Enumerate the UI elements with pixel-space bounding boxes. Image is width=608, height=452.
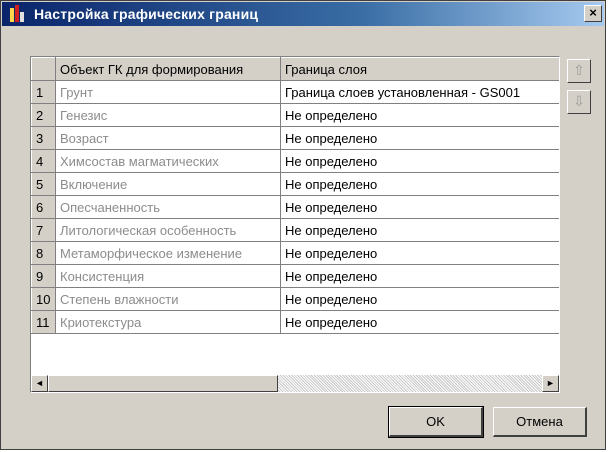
table-row[interactable]: 9 Консистенция Не определено: [31, 264, 559, 288]
boundary-cell[interactable]: Не определено: [280, 241, 559, 265]
table-row[interactable]: 5 Включение Не определено: [31, 172, 559, 196]
move-up-button[interactable]: ⇧: [567, 59, 591, 83]
table-row[interactable]: 7 Литологическая особенность Не определено: [31, 218, 559, 242]
object-cell[interactable]: Метаморфическое изменение: [55, 241, 281, 265]
boundary-cell[interactable]: Не определено: [280, 126, 559, 150]
horizontal-scrollbar[interactable]: ◄ ►: [31, 375, 559, 392]
header-corner: [31, 57, 56, 81]
scroll-thumb[interactable]: [48, 375, 278, 392]
title-bar[interactable]: Настройка графических границ ×: [2, 2, 604, 26]
row-number: 2: [31, 103, 56, 127]
scroll-left-arrow-icon[interactable]: ◄: [31, 375, 48, 392]
object-cell[interactable]: Криотекстура: [55, 310, 281, 334]
boundary-cell[interactable]: Не определено: [280, 310, 559, 334]
dialog-window: Настройка графических границ × Объект ГК…: [0, 0, 606, 450]
row-number: 8: [31, 241, 56, 265]
grid-table: Объект ГК для формирования Граница слоя …: [31, 57, 559, 334]
close-button[interactable]: ×: [584, 5, 602, 22]
row-number: 6: [31, 195, 56, 219]
boundary-cell[interactable]: Граница слоев установленная - GS001: [280, 80, 559, 104]
object-cell[interactable]: Химсостав магматических: [55, 149, 281, 173]
boundary-cell[interactable]: Не определено: [280, 264, 559, 288]
row-number: 1: [31, 80, 56, 104]
row-number: 5: [31, 172, 56, 196]
object-cell[interactable]: Возраст: [55, 126, 281, 150]
arrow-down-icon: ⇩: [573, 93, 585, 109]
table-row[interactable]: 11 Криотекстура Не определено: [31, 310, 559, 334]
boundary-cell[interactable]: Не определено: [280, 149, 559, 173]
table-row[interactable]: 2 Генезис Не определено: [31, 103, 559, 127]
row-number: 11: [31, 310, 56, 334]
boundary-cell[interactable]: Не определено: [280, 287, 559, 311]
arrow-up-icon: ⇧: [573, 62, 585, 78]
row-number: 4: [31, 149, 56, 173]
scroll-track[interactable]: [278, 375, 542, 392]
header-boundary[interactable]: Граница слоя: [280, 57, 559, 81]
row-number: 7: [31, 218, 56, 242]
row-number: 9: [31, 264, 56, 288]
object-cell[interactable]: Консистенция: [55, 264, 281, 288]
table-row[interactable]: 4 Химсостав магматических Не определено: [31, 149, 559, 173]
window-title: Настройка графических границ: [34, 6, 259, 22]
scroll-right-arrow-icon[interactable]: ►: [542, 375, 559, 392]
boundary-cell[interactable]: Не определено: [280, 172, 559, 196]
boundary-cell[interactable]: Не определено: [280, 218, 559, 242]
grid-header-row: Объект ГК для формирования Граница слоя: [31, 57, 559, 81]
object-cell[interactable]: Степень влажности: [55, 287, 281, 311]
move-down-button[interactable]: ⇩: [567, 90, 591, 114]
row-number: 10: [31, 287, 56, 311]
header-object[interactable]: Объект ГК для формирования: [55, 57, 281, 81]
cancel-button[interactable]: Отмена: [493, 407, 587, 437]
table-row[interactable]: 1 Грунт Граница слоев установленная - GS00…: [31, 80, 559, 104]
object-cell[interactable]: Включение: [55, 172, 281, 196]
object-cell[interactable]: Литологическая особенность: [55, 218, 281, 242]
app-icon: [8, 4, 30, 24]
object-cell[interactable]: Грунт: [55, 80, 281, 104]
object-cell[interactable]: Опесчаненность: [55, 195, 281, 219]
table-row[interactable]: 8 Метаморфическое изменение Не определено: [31, 241, 559, 265]
table-row[interactable]: 3 Возраст Не определено: [31, 126, 559, 150]
boundary-cell[interactable]: Не определено: [280, 195, 559, 219]
boundary-cell[interactable]: Не определено: [280, 103, 559, 127]
row-number: 3: [31, 126, 56, 150]
boundary-grid: Объект ГК для формирования Граница слоя …: [30, 56, 560, 393]
table-row[interactable]: 10 Степень влажности Не определено: [31, 287, 559, 311]
object-cell[interactable]: Генезис: [55, 103, 281, 127]
ok-button[interactable]: OK: [388, 406, 484, 438]
table-row[interactable]: 6 Опесчаненность Не определено: [31, 195, 559, 219]
